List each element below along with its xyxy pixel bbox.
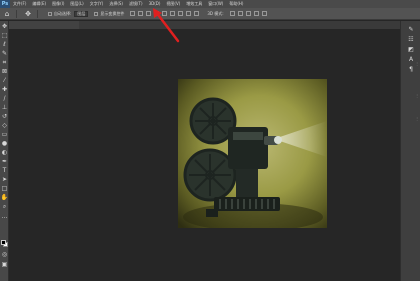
menu-select[interactable]: 选择(S) bbox=[106, 0, 126, 8]
3d-slide-icon[interactable] bbox=[253, 11, 259, 16]
character-panel-icon[interactable]: A bbox=[407, 55, 415, 63]
home-icon[interactable]: ⌂ bbox=[2, 9, 12, 19]
align-bottom-icon[interactable] bbox=[170, 11, 176, 16]
panel-grip-icon[interactable]: ⋮ bbox=[415, 61, 419, 66]
lasso-tool-icon[interactable]: ℓ bbox=[1, 41, 8, 48]
zoom-tool-icon[interactable]: ⌕ bbox=[1, 203, 8, 210]
screen-mode-icon[interactable]: ▣ bbox=[1, 261, 8, 268]
3d-icons bbox=[229, 11, 267, 16]
marquee-tool-icon[interactable]: ⬚ bbox=[1, 32, 8, 39]
align-icons bbox=[130, 11, 200, 16]
pen-tool-icon[interactable]: ✒ bbox=[1, 158, 8, 165]
3d-roll-icon[interactable] bbox=[237, 11, 243, 16]
3d-pan-icon[interactable] bbox=[245, 11, 251, 16]
align-left-icon[interactable] bbox=[130, 11, 136, 16]
3d-scale-icon[interactable] bbox=[261, 11, 267, 16]
eraser-tool-icon[interactable]: ◇ bbox=[1, 122, 8, 129]
show-transform-label: 显示变换控件 bbox=[100, 10, 125, 16]
type-tool-icon[interactable]: T bbox=[1, 167, 8, 174]
align-top-icon[interactable] bbox=[154, 11, 160, 16]
move-tool-icon[interactable]: ✥ bbox=[1, 23, 8, 30]
distribute-icon[interactable] bbox=[178, 11, 184, 16]
menu-image[interactable]: 图像(I) bbox=[49, 0, 67, 8]
tools-panel: ✥ ⬚ ℓ ✎ ⌗ ⊠ ⁄ ✚ / ⊥ ↺ ◇ ▭ ● ◐ ✒ T ➤ □ ✋ … bbox=[0, 21, 9, 281]
align-center-icon[interactable] bbox=[138, 11, 144, 16]
auto-select-checkbox[interactable] bbox=[48, 11, 52, 16]
hand-tool-icon[interactable]: ✋ bbox=[1, 194, 8, 201]
panel-grip-icon[interactable]: ⋮ bbox=[415, 116, 419, 121]
show-transform-checkbox[interactable] bbox=[94, 11, 99, 16]
rectangle-tool-icon[interactable]: □ bbox=[1, 185, 8, 192]
menu-view[interactable]: 视图(V) bbox=[163, 0, 183, 8]
more-tools-icon[interactable]: … bbox=[1, 213, 8, 220]
properties-panel-icon[interactable]: ☷ bbox=[407, 35, 415, 43]
menu-type[interactable]: 文字(Y) bbox=[87, 0, 107, 8]
3d-rotate-icon[interactable] bbox=[229, 11, 235, 16]
path-select-icon[interactable]: ➤ bbox=[1, 176, 8, 183]
distribute-icon[interactable] bbox=[194, 11, 200, 16]
move-tool-icon[interactable]: ✥ bbox=[23, 9, 33, 19]
eyedropper-tool-icon[interactable]: ⁄ bbox=[1, 77, 8, 84]
foreground-color-swatch[interactable] bbox=[1, 240, 6, 245]
align-middle-icon[interactable] bbox=[162, 11, 168, 16]
blur-tool-icon[interactable]: ● bbox=[1, 140, 8, 147]
menu-plugins[interactable]: 增效工具 bbox=[183, 0, 205, 8]
menu-filter[interactable]: 滤镜(T) bbox=[126, 0, 146, 8]
3d-mode-label: 3D 模式: bbox=[207, 10, 224, 16]
menu-file[interactable]: 文件(F) bbox=[10, 0, 29, 8]
adjustments-panel-icon[interactable]: ◩ bbox=[407, 45, 415, 53]
document-canvas[interactable] bbox=[178, 79, 327, 228]
menu-window[interactable]: 窗口(W) bbox=[205, 0, 226, 8]
paragraph-panel-icon[interactable]: ¶ bbox=[407, 65, 415, 73]
separator bbox=[37, 9, 38, 18]
auto-select-dropdown[interactable]: 图层 bbox=[74, 10, 89, 17]
brush-tool-icon[interactable]: / bbox=[1, 95, 8, 102]
document-tab-bar bbox=[9, 21, 400, 29]
quick-select-tool-icon[interactable]: ✎ bbox=[1, 50, 8, 57]
photoshop-logo: Ps bbox=[0, 0, 10, 8]
history-panel-icon[interactable]: ✎ bbox=[407, 25, 415, 33]
panel-dock: ✎ ☷ ◩ A ¶ ⋮ ⋮ ⋮ bbox=[400, 21, 420, 281]
panel-grip-icon[interactable]: ⋮ bbox=[415, 93, 419, 98]
menu-layer[interactable]: 图层(L) bbox=[67, 0, 86, 8]
align-right-icon[interactable] bbox=[146, 11, 152, 16]
gradient-tool-icon[interactable]: ▭ bbox=[1, 131, 8, 138]
history-brush-icon[interactable]: ↺ bbox=[1, 113, 8, 120]
menu-edit[interactable]: 编辑(E) bbox=[29, 0, 49, 8]
quick-mask-icon[interactable]: ◎ bbox=[1, 251, 8, 258]
clone-stamp-icon[interactable]: ⊥ bbox=[1, 104, 8, 111]
menu-help[interactable]: 帮助(H) bbox=[226, 0, 246, 8]
menu-3d[interactable]: 3D(D) bbox=[146, 0, 164, 8]
document-tab[interactable] bbox=[9, 21, 79, 29]
dodge-tool-icon[interactable]: ◐ bbox=[1, 149, 8, 156]
separator bbox=[16, 9, 17, 18]
crop-tool-icon[interactable]: ⌗ bbox=[1, 59, 8, 66]
auto-select-label: 自动选择: bbox=[54, 10, 72, 16]
healing-brush-icon[interactable]: ✚ bbox=[1, 86, 8, 93]
menu-bar: Ps 文件(F) 编辑(E) 图像(I) 图层(L) 文字(Y) 选择(S) 滤… bbox=[0, 0, 420, 8]
options-bar: ⌂ ✥ 自动选择: 图层 显示变换控件 3D 模式: bbox=[0, 8, 420, 20]
distribute-icon[interactable] bbox=[186, 11, 192, 16]
projector-image bbox=[178, 79, 327, 228]
frame-tool-icon[interactable]: ⊠ bbox=[1, 68, 8, 75]
